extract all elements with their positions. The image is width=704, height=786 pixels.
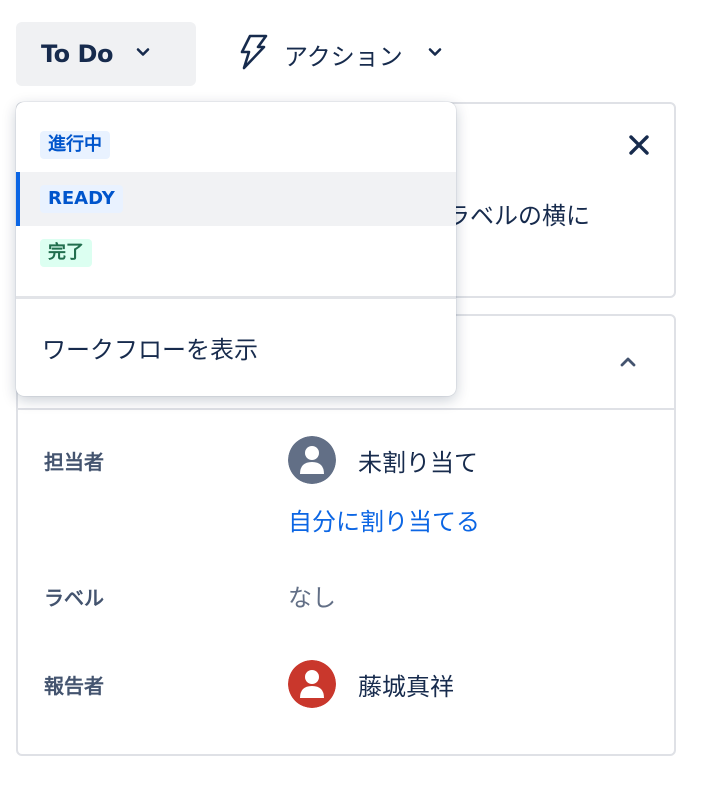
view-workflow-item[interactable]: ワークフローを表示 xyxy=(42,330,258,365)
chevron-down-icon xyxy=(427,44,443,64)
status-option-ready[interactable]: READY xyxy=(16,172,456,226)
status-dropdown-button[interactable]: To Do xyxy=(16,22,196,86)
lightning-icon xyxy=(236,33,270,75)
issue-side-panel: To Do アクション ラベルの横に 担当者 未割り当て 自分に割り当てる ラベ… xyxy=(0,0,704,786)
status-lozenge: READY xyxy=(40,185,123,213)
avatar-reporter[interactable] xyxy=(288,660,336,708)
chevron-up-icon[interactable] xyxy=(616,350,640,374)
status-dropdown-menu: 進行中 READY 完了 ワークフローを表示 xyxy=(16,102,456,396)
status-lozenge: 完了 xyxy=(40,239,92,267)
menu-divider xyxy=(16,296,456,299)
info-card-text: ラベルの横に xyxy=(446,202,590,230)
labels-value[interactable]: なし xyxy=(288,578,336,613)
avatar-unassigned[interactable] xyxy=(288,436,336,484)
actions-button[interactable]: アクション xyxy=(236,22,443,86)
assign-to-me-link[interactable]: 自分に割り当てる xyxy=(288,502,480,537)
chevron-down-icon xyxy=(135,44,151,64)
status-option-in-progress[interactable]: 進行中 xyxy=(16,118,456,172)
reporter-value: 藤城真祥 xyxy=(358,673,454,701)
actions-label: アクション xyxy=(284,42,403,71)
reporter-label: 報告者 xyxy=(44,674,104,698)
assignee-value: 未割り当て xyxy=(358,449,478,477)
details-divider xyxy=(18,408,674,410)
status-lozenge: 進行中 xyxy=(40,131,110,159)
close-icon[interactable] xyxy=(626,132,652,158)
labels-label: ラベル xyxy=(44,586,104,610)
status-label: To Do xyxy=(41,40,113,68)
assignee-label: 担当者 xyxy=(44,450,104,474)
status-option-done[interactable]: 完了 xyxy=(16,226,456,280)
